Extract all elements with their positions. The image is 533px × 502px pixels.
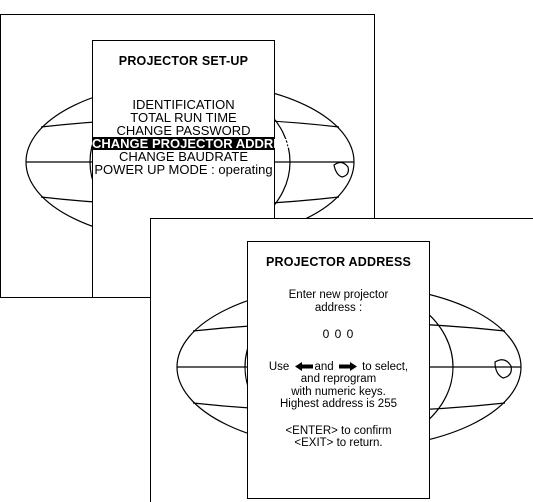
help-select-line: Use and to select, xyxy=(248,361,429,374)
menu-item-power-up-mode[interactable]: POWER UP MODE : operating xyxy=(93,163,274,176)
enter-hint: <ENTER> to confirm xyxy=(285,424,392,437)
setup-menu-title: PROJECTOR SET-UP xyxy=(118,54,249,68)
address-menu: PROJECTOR ADDRESS Enter new projector ad… xyxy=(247,241,430,499)
arrow-left-icon xyxy=(294,361,313,371)
exit-hint: <EXIT> to return. xyxy=(294,437,383,449)
help-to-select-text: to select, xyxy=(362,360,409,373)
help-and-text: and xyxy=(314,360,334,373)
setup-menu-list: IDENTIFICATION TOTAL RUN TIME CHANGE PAS… xyxy=(92,98,299,176)
address-prompt-label: address : xyxy=(314,301,363,314)
help-numeric-line: with numeric keys. xyxy=(291,385,386,398)
address-value-field[interactable]: 0 0 0 xyxy=(248,328,429,341)
help-highest-address-line: Highest address is 255 xyxy=(280,398,397,410)
address-menu-title: PROJECTOR ADDRESS xyxy=(265,255,412,269)
address-prompt: Enter new projector xyxy=(288,289,389,301)
address-screen: PROJECTOR ADDRESS Enter new projector ad… xyxy=(150,218,533,502)
help-reprogram-line: and reprogram xyxy=(300,373,377,385)
arrow-right-icon xyxy=(338,361,357,371)
help-use-text: Use xyxy=(268,360,290,373)
